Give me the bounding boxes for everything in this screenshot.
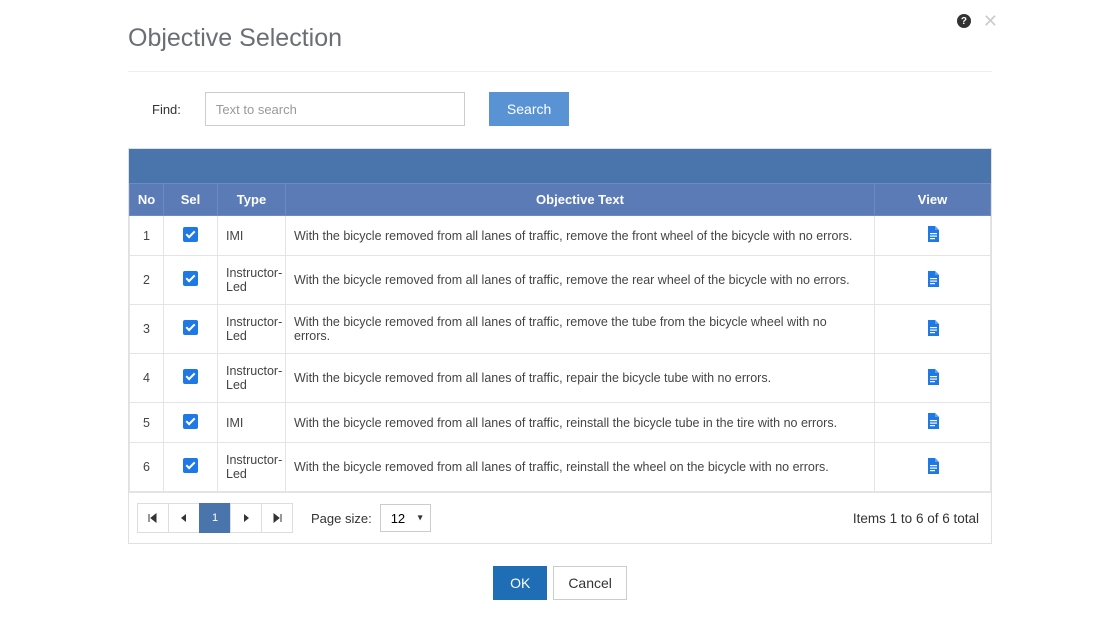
cell-sel (164, 305, 218, 354)
cell-text: With the bicycle removed from all lanes … (286, 443, 875, 492)
objectives-table: No Sel Type Objective Text View 1IMIWith… (129, 183, 991, 492)
cell-view (875, 256, 991, 305)
search-row: Find: Search (128, 72, 992, 148)
table-row: 5 IMIWith the bicycle removed from all la… (130, 403, 991, 443)
row-checkbox[interactable] (183, 414, 198, 429)
cell-text: With the bicycle removed from all lanes … (286, 216, 875, 256)
table-container: No Sel Type Objective Text View 1IMIWith… (128, 148, 992, 544)
th-sel[interactable]: Sel (164, 184, 218, 216)
row-checkbox[interactable] (183, 227, 198, 242)
cell-type: IMI (218, 403, 286, 443)
modal-title: Objective Selection (128, 12, 992, 72)
view-doc-icon[interactable] (926, 458, 940, 474)
view-doc-icon[interactable] (926, 413, 940, 429)
cell-type: IMI (218, 216, 286, 256)
search-button[interactable]: Search (489, 92, 569, 126)
cell-text: With the bicycle removed from all lanes … (286, 305, 875, 354)
cell-view (875, 305, 991, 354)
view-doc-icon[interactable] (926, 320, 940, 336)
cell-no: 5 (130, 403, 164, 443)
table-row: 6 Instructor-LedWith the bicycle removed … (130, 443, 991, 492)
cell-no: 2 (130, 256, 164, 305)
cell-view (875, 354, 991, 403)
cell-no: 4 (130, 354, 164, 403)
cell-view (875, 403, 991, 443)
pager-last-button[interactable] (261, 503, 293, 533)
th-view[interactable]: View (875, 184, 991, 216)
cell-type: Instructor-Led (218, 443, 286, 492)
cell-no: 3 (130, 305, 164, 354)
cell-type: Instructor-Led (218, 256, 286, 305)
view-doc-icon[interactable] (926, 271, 940, 287)
cell-sel (164, 256, 218, 305)
cell-text: With the bicycle removed from all lanes … (286, 354, 875, 403)
th-no[interactable]: No (130, 184, 164, 216)
cell-view (875, 216, 991, 256)
pager-prev-button[interactable] (168, 503, 200, 533)
pager-next-button[interactable] (230, 503, 262, 533)
row-checkbox[interactable] (183, 320, 198, 335)
close-icon[interactable]: ✕ (983, 12, 998, 30)
table-row: 4 Instructor-LedWith the bicycle removed … (130, 354, 991, 403)
table-band (129, 149, 991, 183)
table-row: 1 IMIWith the bicycle removed from all la… (130, 216, 991, 256)
help-icon[interactable]: ? (957, 14, 971, 28)
cell-type: Instructor-Led (218, 305, 286, 354)
find-label: Find: (152, 102, 181, 117)
pager: 1 Page size: 12 Items 1 to 6 of 6 total (129, 492, 991, 543)
cell-text: With the bicycle removed from all lanes … (286, 256, 875, 305)
row-checkbox[interactable] (183, 458, 198, 473)
cancel-button[interactable]: Cancel (553, 566, 627, 600)
cell-no: 1 (130, 216, 164, 256)
page-size-label: Page size: (311, 511, 372, 526)
cell-sel (164, 216, 218, 256)
cell-type: Instructor-Led (218, 354, 286, 403)
cell-sel (164, 354, 218, 403)
search-input[interactable] (205, 92, 465, 126)
pager-page-1[interactable]: 1 (199, 503, 231, 533)
view-doc-icon[interactable] (926, 226, 940, 242)
pager-first-button[interactable] (137, 503, 169, 533)
items-info: Items 1 to 6 of 6 total (853, 511, 983, 526)
row-checkbox[interactable] (183, 271, 198, 286)
table-row: 3 Instructor-LedWith the bicycle removed … (130, 305, 991, 354)
cell-no: 6 (130, 443, 164, 492)
view-doc-icon[interactable] (926, 369, 940, 385)
ok-button[interactable]: OK (493, 566, 547, 600)
cell-sel (164, 403, 218, 443)
th-text[interactable]: Objective Text (286, 184, 875, 216)
table-row: 2 Instructor-LedWith the bicycle removed … (130, 256, 991, 305)
row-checkbox[interactable] (183, 369, 198, 384)
cell-sel (164, 443, 218, 492)
th-type[interactable]: Type (218, 184, 286, 216)
footer-buttons: OK Cancel (128, 544, 992, 604)
objective-selection-modal: ? ✕ Objective Selection Find: Search (0, 0, 1120, 616)
cell-text: With the bicycle removed from all lanes … (286, 403, 875, 443)
page-size-select[interactable]: 12 (380, 504, 431, 532)
cell-view (875, 443, 991, 492)
